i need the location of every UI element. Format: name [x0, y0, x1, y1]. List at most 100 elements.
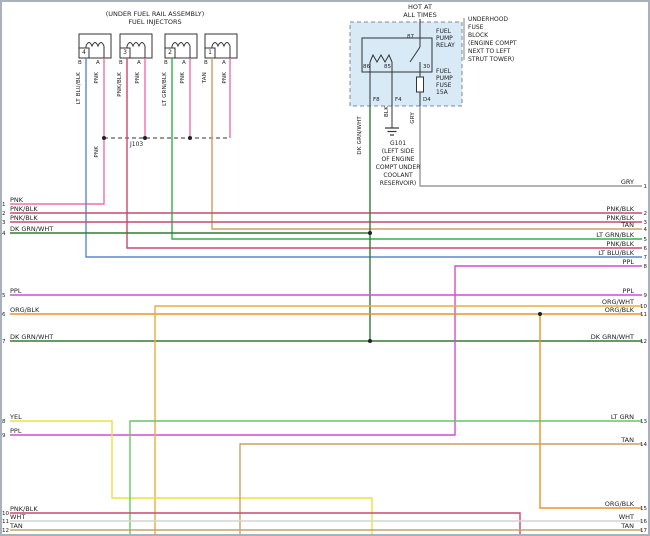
hot-at-label-line1: HOT AT	[395, 3, 445, 11]
left-pin-4-label: DK GRN/WHT	[10, 225, 53, 233]
injector3-pin-b: B	[119, 60, 123, 66]
fuse-block-label-line1: UNDERHOOD	[468, 16, 508, 23]
wiring-diagram-page: (UNDER FUEL RAIL ASSEMBLY) FUEL INJECTOR…	[0, 0, 650, 536]
relay-pin30-label: 30	[423, 64, 430, 70]
relay-pin85-label: 85	[384, 64, 391, 70]
right-pin-6-label: PNK/BLK	[606, 240, 634, 248]
cavity-label-f4: F4	[395, 97, 402, 103]
right-pin-15-num: 15	[640, 505, 647, 513]
left-pin-9-label: PPL	[10, 427, 21, 435]
junction-dot-orgblk	[538, 312, 542, 316]
right-pin-4-num: 4	[644, 226, 648, 234]
ground-desc-line1: (LEFT SIDE	[370, 148, 426, 155]
wire-label-gry: GRY	[410, 112, 416, 124]
right-pin-12-label: DK GRN/WHT	[591, 333, 634, 341]
fuse-block-label-line6: STRUT TOWER)	[468, 56, 514, 63]
left-pin-1-label: PNK	[10, 196, 23, 204]
fuse-name-line3: FUSE	[436, 82, 451, 89]
left-pin-6-num: 6	[2, 311, 6, 319]
fuse-name-line4: 15A	[436, 89, 448, 96]
right-pin-16-label: WHT	[619, 513, 634, 521]
fuse-name-line2: PUMP	[436, 75, 453, 82]
left-pin-5-label: PPL	[10, 287, 21, 295]
wire-label-pnk-3a: PNK	[135, 72, 141, 84]
relay-name-line1: FUEL	[436, 28, 451, 35]
wire-ppl-link	[10, 266, 642, 435]
wire-label-pnk-feed: PNK	[94, 146, 100, 158]
left-pin-7-num: 7	[2, 338, 6, 346]
injector4-pin-a: A	[96, 60, 100, 66]
relay-pin87-label: 87	[407, 34, 414, 40]
left-pin-2-num: 2	[2, 210, 6, 218]
left-pin-1-num: 1	[2, 201, 6, 209]
wire-label-pnk-2a: PNK	[180, 72, 186, 84]
left-pin-11-label: WHT	[10, 513, 25, 521]
fuse-block-label-line3: BLOCK	[468, 32, 488, 39]
splice-dot-1	[102, 136, 106, 140]
fuse-block-label-line2: FUSE	[468, 24, 483, 31]
fuse-block-label-line5: NEXT TO LEFT	[468, 48, 510, 55]
right-pin-2-label: PNK/BLK	[606, 205, 634, 213]
injector-caption-line1: (UNDER FUEL RAIL ASSEMBLY)	[90, 10, 220, 18]
wire-orgblk-branch	[540, 314, 642, 508]
right-pin-6-num: 6	[644, 245, 648, 253]
left-pin-11-num: 11	[2, 518, 9, 526]
junction-dot-dkgrnwht-branch	[368, 231, 372, 235]
wire-label-pnk-1a: PNK	[222, 72, 228, 84]
left-pin-8-num: 8	[2, 418, 6, 426]
injector2-pin-a: A	[182, 60, 186, 66]
left-pin-12-num: 12	[2, 527, 9, 535]
right-pin-14-label: TAN	[621, 436, 634, 444]
splice-dot-3	[188, 136, 192, 140]
ground-desc-line3: COMPT UNDER	[370, 164, 426, 171]
right-pin-7-label: LT BLU/BLK	[598, 249, 634, 257]
wire-label-tan-1b: TAN	[202, 72, 208, 83]
left-pin-3-num: 3	[2, 219, 6, 227]
right-pin-8-num: 8	[644, 263, 648, 271]
injector1-pin-a: A	[222, 60, 226, 66]
wire-label-blk: BLK	[384, 106, 390, 117]
right-pin-4-label: TAN	[621, 221, 634, 229]
right-pin-15-label: ORG/BLK	[605, 500, 634, 508]
right-pin-17-num: 17	[640, 527, 647, 535]
right-pin-1-num: 1	[644, 183, 648, 191]
right-pin-13-num: 13	[640, 418, 647, 426]
cavity-label-f8: F8	[373, 97, 380, 103]
left-pin-8-label: YEL	[10, 413, 22, 421]
left-pin-7-label: DK GRN/WHT	[10, 333, 53, 341]
junction-dot-dkgrnwht-row	[368, 339, 372, 343]
right-pin-11-label: ORG/BLK	[605, 306, 634, 314]
wire-ltgrn	[130, 421, 642, 536]
wire-tan-mid	[240, 444, 642, 536]
fuse-block-label-line4: (ENGINE COMPT	[468, 40, 517, 47]
left-pin-4-num: 4	[2, 230, 6, 238]
injector4-pin-b: B	[78, 60, 82, 66]
injector2-pin-b: B	[164, 60, 168, 66]
ground-id: G101	[376, 140, 420, 147]
right-pin-1-label: GRY	[621, 178, 634, 186]
right-pin-5-num: 5	[644, 236, 648, 244]
injector1-pin-b: B	[204, 60, 208, 66]
injector-caption-line2: FUEL INJECTORS	[90, 18, 220, 26]
wire-pnk-feed	[10, 138, 104, 204]
right-pin-14-num: 14	[640, 441, 647, 449]
cavity-label-d4: D4	[423, 97, 431, 103]
injector1-number: 1	[205, 49, 215, 56]
right-pin-10-label: ORG/WHT	[602, 298, 634, 306]
fuel-pump-fuse-symbol	[417, 77, 424, 92]
wire-yel	[10, 421, 372, 536]
left-pin-9-num: 9	[2, 432, 6, 440]
injector2-number: 2	[165, 49, 175, 56]
hot-at-label-line2: ALL TIMES	[395, 11, 445, 19]
fuse-name-line1: FUEL	[436, 68, 451, 75]
wire-label-dkgrnwht: DK GRN/WHT	[357, 116, 363, 155]
left-pin-10-num: 10	[2, 510, 9, 518]
right-pin-13-label: LT GRN	[611, 413, 634, 421]
left-pin-10-label: PNK/BLK	[10, 505, 38, 513]
ground-desc-line2: OF ENGINE	[370, 156, 426, 163]
right-pin-5-label: LT GRN/BLK	[596, 231, 634, 239]
relay-pin86-label: 86	[363, 64, 370, 70]
left-pin-5-num: 5	[2, 292, 6, 300]
relay-name-line3: RELAY	[436, 42, 455, 49]
right-pin-8-label: PPL	[623, 258, 634, 266]
